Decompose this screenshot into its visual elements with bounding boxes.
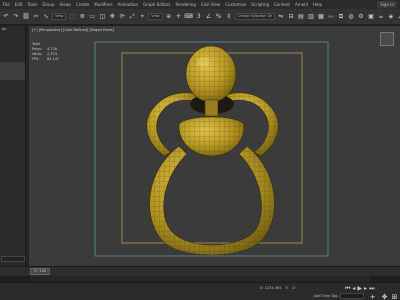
stats-key: FPS: — [32, 57, 40, 61]
status-bar: X: 1234.564 Y: Z: Add Time Tag ⏮ ◂ ▶ ▸ ⏭… — [0, 282, 400, 300]
percent-snap-icon[interactable]: % — [215, 13, 223, 21]
viewport-label[interactable]: [+] [Perspective] [User Defined] [Edged … — [32, 28, 114, 32]
ribbon-icon[interactable]: ▦ — [317, 13, 325, 21]
menu-item-content[interactable]: Content — [274, 2, 290, 7]
z-coordinate[interactable]: Z: — [292, 286, 296, 290]
menu-item-help[interactable]: Help — [313, 2, 322, 7]
knocker-ball — [185, 45, 237, 103]
select-object-icon[interactable]: ⬚ — [68, 13, 76, 21]
stats-value: 85.147 — [47, 57, 60, 61]
redo-icon[interactable]: ↷ — [12, 13, 20, 21]
viewcube[interactable] — [380, 32, 394, 46]
spinner-snap-icon[interactable]: ⇕ — [225, 13, 233, 21]
snaps-toggle-icon[interactable]: 3 — [195, 13, 203, 21]
main-toolbar: ↶ ↷ ⛓ ✂ ∿ View ⬚ ≣ ▭ ◫ ✥ ⟳ ⤢ ⌖ View ⊕ ✛ … — [0, 9, 400, 25]
next-frame-icon[interactable]: ▸ — [364, 285, 367, 293]
rotate-icon[interactable]: ⟳ — [118, 13, 126, 21]
left-panel-field[interactable] — [1, 256, 25, 262]
time-slider-track[interactable]: 0 / 100 — [0, 266, 400, 276]
window-crossing-icon[interactable]: ◫ — [98, 13, 106, 21]
mirror-icon[interactable]: ⇋ — [277, 13, 285, 21]
y-coordinate[interactable]: Y: — [285, 286, 288, 290]
go-to-start-icon[interactable]: ⏮ — [345, 285, 350, 293]
move-icon[interactable]: ✥ — [108, 13, 116, 21]
left-panel-item[interactable] — [0, 80, 25, 86]
menu-item-edit[interactable]: Edit — [15, 2, 23, 7]
menu-item-create[interactable]: Create — [76, 2, 89, 7]
menu-item-tools[interactable]: Tools — [27, 2, 37, 7]
coordinate-readout: X: 1234.564 Y: Z: — [260, 286, 296, 290]
rectangular-selection-icon[interactable]: ▭ — [88, 13, 96, 21]
unlink-icon[interactable]: ✂ — [32, 13, 40, 21]
x-coordinate[interactable]: X: 1234.564 — [260, 286, 281, 290]
viewport-statistics: Total Polys: 4,726 Verts: 2,374 FPS: 85.147 — [32, 42, 59, 62]
time-slider[interactable]: 0 / 100 — [30, 268, 50, 275]
menu-item-rendering[interactable]: Rendering — [176, 2, 196, 7]
current-frame-field[interactable] — [340, 293, 364, 299]
link-icon[interactable]: ⛓ — [22, 13, 30, 21]
3dsmax-window: File Edit Tools Group Views Create Modifiers An… — [0, 0, 400, 300]
stats-row: FPS: 85.147 — [32, 57, 59, 62]
toggle-scene-explorer-icon[interactable]: ▤ — [297, 13, 305, 21]
menu-item-civil-view[interactable]: Civil View — [201, 2, 220, 7]
sign-in-button[interactable]: Sign In — [377, 1, 397, 8]
perspective-viewport[interactable]: [+] [Perspective] [User Defined] [Edged … — [29, 26, 400, 266]
zoom-icon[interactable]: + — [368, 292, 377, 300]
previous-frame-icon[interactable]: ◂ — [352, 285, 355, 293]
select-by-name-icon[interactable]: ≣ — [78, 13, 86, 21]
keyboard-shortcut-icon[interactable]: ⌨ — [184, 13, 193, 21]
maximize-viewport-icon[interactable]: ⊞ — [390, 292, 399, 300]
menu-item-modifiers[interactable]: Modifiers — [94, 2, 112, 7]
menu-item-arnold[interactable]: Arnold — [295, 2, 308, 7]
add-time-tag[interactable]: Add Time Tag — [312, 294, 340, 298]
curve-editor-icon[interactable]: 〰 — [327, 13, 335, 21]
material-editor-icon[interactable]: ◍ — [347, 13, 355, 21]
selection-filter-dropdown[interactable]: View — [52, 13, 67, 20]
menu-item-views[interactable]: Views — [60, 2, 72, 7]
named-selection-sets-dropdown[interactable]: Create Selection Se — [234, 13, 275, 20]
menu-item-scripting[interactable]: Scripting — [251, 2, 269, 7]
align-icon[interactable]: ⊟ — [287, 13, 295, 21]
render-iterative-icon[interactable]: ◈ — [387, 13, 395, 21]
knocker-ring — [149, 145, 275, 256]
viewport-canvas[interactable] — [29, 26, 400, 266]
menu-item-customize[interactable]: Customize — [225, 2, 246, 7]
place-icon[interactable]: ⌖ — [138, 13, 146, 21]
schematic-view-icon[interactable]: ⧉ — [337, 13, 345, 21]
knocker-neck — [204, 99, 219, 117]
render-setup-icon[interactable]: ⚙ — [357, 13, 365, 21]
orbit-icon[interactable]: ✥ — [380, 292, 389, 300]
menu-bar: File Edit Tools Group Views Create Modifiers An… — [0, 0, 400, 9]
play-icon[interactable]: ▶ — [357, 285, 362, 293]
render-production-icon[interactable]: ☕ — [377, 13, 385, 21]
scale-icon[interactable]: ⤢ — [128, 13, 136, 21]
menu-item-graph-editors[interactable]: Graph Editors — [143, 2, 170, 7]
knocker-collar — [178, 116, 245, 157]
bind-space-warp-icon[interactable]: ∿ — [42, 13, 50, 21]
toggle-layer-explorer-icon[interactable]: ▥ — [307, 13, 315, 21]
undo-icon[interactable]: ↶ — [2, 13, 10, 21]
select-manipulate-icon[interactable]: ✛ — [175, 13, 183, 21]
menu-item-animation[interactable]: Animation — [118, 2, 138, 7]
pivot-icon[interactable]: ⊕ — [165, 13, 173, 21]
left-command-panel: ge — [0, 26, 26, 266]
menu-item-group[interactable]: Group — [42, 2, 54, 7]
reference-coordinate-dropdown[interactable]: View — [148, 13, 163, 20]
menu-item-file[interactable]: File — [3, 2, 10, 7]
angle-snap-icon[interactable]: ∠ — [205, 13, 213, 21]
rendered-frame-window-icon[interactable]: ▣ — [367, 13, 375, 21]
